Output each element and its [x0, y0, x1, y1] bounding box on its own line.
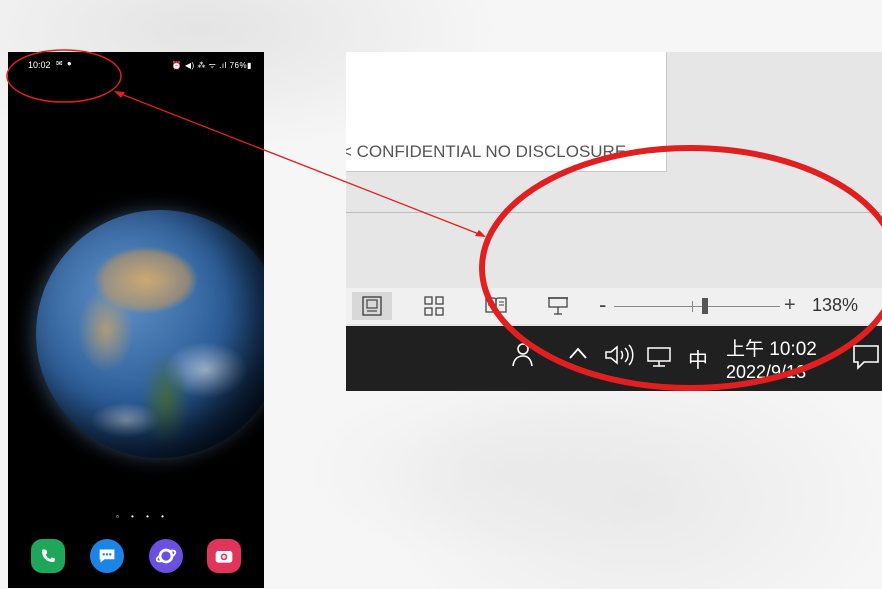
earth-wallpaper — [36, 210, 264, 458]
chevron-up-icon[interactable] — [568, 346, 588, 365]
document-page: < CONFIDENTIAL NO DISCLOSURE — [346, 52, 667, 172]
zoom-level-label[interactable]: 138% — [812, 295, 858, 316]
read-mode-button[interactable] — [476, 292, 516, 320]
print-layout-icon — [362, 296, 382, 316]
phone-screenshot: 10:02 ✉ ● ⏰ ◀) ⁂ ᯤ .ıl 76%▮ ▫ • • • — [8, 52, 264, 588]
web-layout-icon — [424, 296, 444, 316]
taskbar-clock-time[interactable]: 上午 10:02 — [726, 334, 817, 361]
network-icon[interactable] — [646, 346, 674, 373]
home-page-indicator[interactable]: ▫ • • • — [116, 512, 169, 521]
print-layout-button[interactable] — [352, 292, 392, 320]
windows-taskbar: 中 上午 10:02 2022/9/13 — [346, 326, 882, 391]
notification-center-icon[interactable] — [852, 344, 880, 375]
internet-app-icon[interactable] — [149, 539, 183, 573]
input-method-indicator[interactable]: 中 — [688, 344, 708, 373]
messages-app-icon[interactable] — [90, 539, 124, 573]
document-footer-text: < CONFIDENTIAL NO DISCLOSURE — [346, 142, 627, 161]
camera-app-icon[interactable] — [207, 539, 241, 573]
presentation-button[interactable] — [538, 292, 578, 320]
document-divider — [346, 212, 882, 213]
zoom-slider-thumb[interactable] — [702, 298, 708, 314]
web-layout-button[interactable] — [414, 292, 454, 320]
desktop-screenshot: < CONFIDENTIAL NO DISCLOSURE - + 138% 中 … — [346, 52, 882, 391]
zoom-in-button[interactable]: + — [784, 294, 796, 316]
word-status-bar: - + 138% — [346, 288, 882, 324]
read-mode-icon — [485, 297, 507, 315]
phone-app-icon[interactable] — [31, 539, 65, 573]
presentation-icon — [548, 297, 568, 315]
phone-clock: 10:02 — [28, 60, 51, 70]
zoom-slider-track[interactable] — [614, 306, 780, 307]
zoom-slider-center-tick — [692, 301, 693, 312]
taskbar-clock-date[interactable]: 2022/9/13 — [726, 362, 806, 383]
volume-icon[interactable] — [604, 344, 636, 371]
phone-system-icons: ⏰ ◀) ⁂ ᯤ .ıl 76%▮ — [171, 61, 252, 70]
zoom-out-button[interactable]: - — [599, 294, 606, 316]
phone-notification-icons: ✉ ● — [56, 59, 73, 68]
people-icon[interactable] — [510, 342, 534, 373]
phone-status-bar: 10:02 ✉ ● ⏰ ◀) ⁂ ᯤ .ıl 76%▮ — [8, 52, 264, 74]
